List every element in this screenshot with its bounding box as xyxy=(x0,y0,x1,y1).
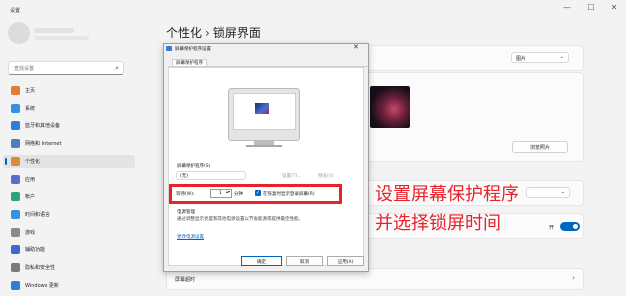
background-combo-value: 图片 xyxy=(516,56,527,62)
bluetooth-icon xyxy=(11,121,20,131)
lockscreen-status-combo[interactable]: ⌄ xyxy=(526,187,570,198)
search-icon: ⌕ xyxy=(115,64,119,72)
screen-timeout-label: 屏幕超时 xyxy=(175,277,196,283)
screen-saver-combo-value: (无) xyxy=(180,174,189,179)
preview-button[interactable]: 预览(V) xyxy=(318,173,334,179)
minimize-button[interactable]: — xyxy=(558,3,576,12)
sidebar-item-apps[interactable]: 应用 xyxy=(3,173,135,186)
close-button[interactable]: ✕ xyxy=(605,3,623,12)
chevron-down-icon: ⌄ xyxy=(559,54,564,60)
wallpaper-thumbnail xyxy=(255,103,269,114)
sidebar-item-update[interactable]: Windows 更新 xyxy=(3,279,135,292)
dialog-title: 屏幕保护程序设置 xyxy=(175,47,211,52)
sidebar-item-privacy[interactable]: 隐私和安全性 xyxy=(3,261,135,274)
update-icon xyxy=(11,280,20,290)
screen-saver-section-label: 屏幕保护程序(S) xyxy=(177,164,211,169)
annotation-highlight-box xyxy=(169,184,342,204)
annotation-line-1: 设置屏幕保护程序 xyxy=(375,184,519,205)
dialog-close-button[interactable]: ✕ xyxy=(353,43,359,51)
sidebar-item-account[interactable]: 帐户 xyxy=(3,190,135,203)
tab-screen-saver[interactable]: 屏幕保护程序 xyxy=(172,59,207,66)
home-icon xyxy=(11,86,20,95)
sidebar-item-label: 系统 xyxy=(25,105,36,112)
browse-photos-button[interactable]: 浏览照片 xyxy=(512,141,568,153)
personalization-icon xyxy=(11,156,20,166)
cancel-button[interactable]: 取消 xyxy=(286,256,323,266)
sidebar-item-label: 网络和 Internet xyxy=(25,141,62,148)
search-input[interactable]: 查找设置 ⌕ xyxy=(8,61,124,75)
dialog-app-icon xyxy=(166,46,172,51)
sidebar-item-label: 应用 xyxy=(25,176,36,183)
user-email-placeholder xyxy=(34,36,89,40)
privacy-icon xyxy=(11,263,20,272)
apps-icon xyxy=(11,174,20,184)
monitor-base xyxy=(246,145,282,147)
annotation-line-2: 并选择锁屏时间 xyxy=(375,213,501,234)
gaming-icon xyxy=(11,227,20,237)
power-management-text: 通过调整显示亮度和其他电源设置以节省能源或提供最佳性能。 xyxy=(177,217,303,222)
monitor-screen xyxy=(233,93,296,130)
accessibility-icon xyxy=(11,245,20,255)
apply-button[interactable]: 应用(A) xyxy=(327,256,364,266)
sidebar-item-system[interactable]: 系统 xyxy=(3,102,135,115)
avatar[interactable] xyxy=(8,22,30,44)
sidebar-item-network[interactable]: 网络和 Internet xyxy=(3,137,135,150)
sidebar-item-label: 辅助功能 xyxy=(25,247,46,254)
page-title: 锁屏界面 xyxy=(212,26,261,40)
sidebar-item-label: 游戏 xyxy=(25,229,36,236)
sidebar-item-label: 隐私和安全性 xyxy=(25,265,56,271)
active-indicator xyxy=(5,157,7,165)
sidebar-item-accessibility[interactable]: 辅助功能 xyxy=(3,243,135,256)
sidebar-item-label: Windows 更新 xyxy=(25,282,59,289)
sidebar-item-label: 主页 xyxy=(25,88,36,94)
sidebar-item-home[interactable]: 主页 xyxy=(3,84,135,97)
change-power-settings-link[interactable]: 更改电源设置 xyxy=(177,234,204,240)
sidebar-item-label: 蓝牙和其他设备 xyxy=(25,123,61,130)
app-title: 设置 xyxy=(10,8,21,14)
breadcrumb-separator: › xyxy=(205,26,210,40)
toggle-knob xyxy=(573,224,578,229)
system-icon xyxy=(11,103,20,113)
account-icon xyxy=(11,192,20,202)
sidebar-item-bluetooth[interactable]: 蓝牙和其他设备 xyxy=(3,119,135,132)
ok-button[interactable]: 确定 xyxy=(241,256,282,266)
breadcrumb-parent[interactable]: 个性化 xyxy=(166,26,202,40)
sidebar-item-time-language[interactable]: 时间和语言 xyxy=(3,208,135,221)
lock-screen-preview-image xyxy=(370,86,410,128)
monitor-preview xyxy=(228,88,300,141)
chevron-down-icon: ⌄ xyxy=(560,189,565,195)
user-name-placeholder xyxy=(34,28,74,33)
background-combo[interactable]: 图片 ⌄ xyxy=(511,52,569,63)
maximize-button[interactable]: ☐ xyxy=(582,3,600,12)
search-placeholder: 查找设置 xyxy=(14,66,35,72)
settings-button[interactable]: 设置(T)... xyxy=(282,173,302,179)
sidebar-item-label: 时间和语言 xyxy=(25,211,51,218)
dialog-tab-strip: 屏幕保护程序 xyxy=(168,57,368,67)
sidebar-item-gaming[interactable]: 游戏 xyxy=(3,226,135,239)
screen-saver-combo[interactable]: (无) xyxy=(176,171,246,180)
breadcrumb: 个性化 › 锁屏界面 xyxy=(166,24,261,41)
chevron-right-icon: › xyxy=(572,274,575,282)
sidebar-item-label: 个性化 xyxy=(25,158,41,165)
signin-background-toggle[interactable] xyxy=(560,222,580,231)
network-icon xyxy=(11,139,20,149)
time-language-icon xyxy=(11,209,20,219)
power-management-heading: 电源管理 xyxy=(177,210,195,215)
sidebar-item-label: 帐户 xyxy=(25,194,36,201)
toggle-label: 开 xyxy=(549,225,555,231)
sidebar-item-personalization[interactable]: 个性化 xyxy=(3,154,135,168)
